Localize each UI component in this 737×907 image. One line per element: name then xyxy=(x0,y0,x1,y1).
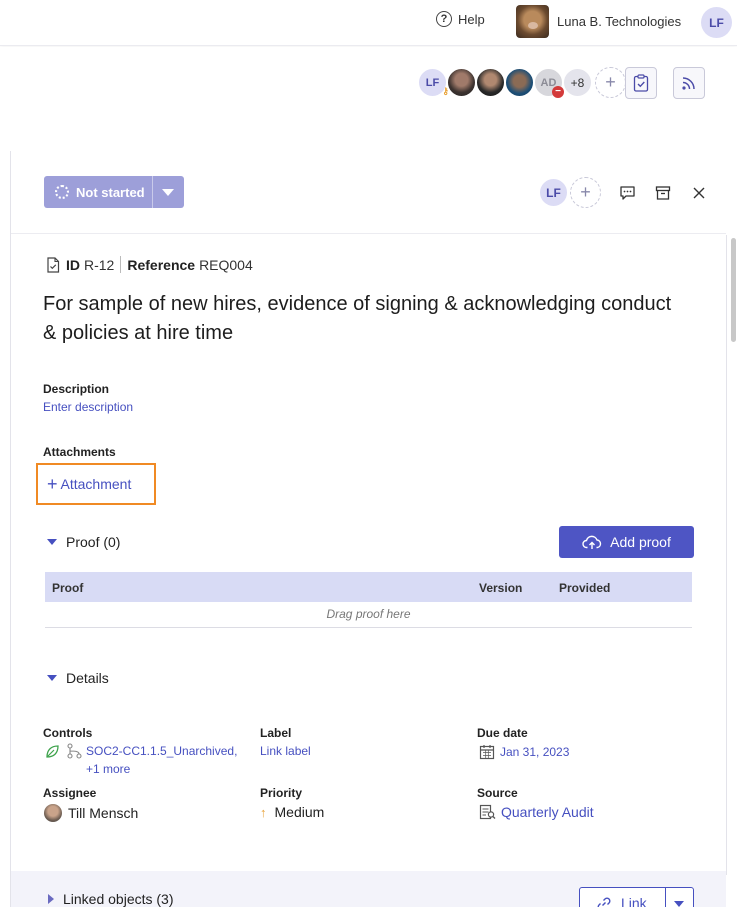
requirement-doc-icon xyxy=(46,256,60,273)
collaborator-avatar[interactable] xyxy=(504,67,535,98)
plus-icon: + xyxy=(47,473,58,494)
collaborator-avatar[interactable] xyxy=(446,67,477,98)
description-input[interactable]: Enter description xyxy=(43,400,133,414)
control-link[interactable]: SOC2-CC1.1.5_Unarchived, xyxy=(86,744,237,758)
org-switcher[interactable]: Luna B. Technologies xyxy=(516,5,681,38)
link-divider xyxy=(665,888,666,907)
attachments-label: Attachments xyxy=(43,445,116,459)
link-button[interactable]: Link xyxy=(579,887,694,907)
id-label: ID xyxy=(66,256,80,273)
rss-icon xyxy=(682,77,695,90)
assignee-field[interactable]: Till Mensch xyxy=(44,804,138,822)
linked-objects-toggle[interactable]: Linked objects (3) xyxy=(44,891,174,907)
proof-section-toggle[interactable]: Proof (0) xyxy=(44,534,120,550)
add-assignee-button[interactable]: + xyxy=(570,177,601,208)
assignee-photo xyxy=(44,804,62,822)
attachment-label: Attachment xyxy=(60,476,132,492)
collaborator-avatar[interactable] xyxy=(475,67,506,98)
leaf-icon xyxy=(46,744,59,758)
top-bar: ? Help Luna B. Technologies LF xyxy=(0,0,737,46)
proof-table-header: Proof Version Provided xyxy=(45,572,692,602)
cloud-upload-icon xyxy=(582,535,602,549)
status-dropdown[interactable]: Not started xyxy=(44,176,184,208)
controls-label: Controls xyxy=(43,726,93,740)
collaborator-avatar[interactable]: AD − xyxy=(533,67,564,98)
more-collaborators[interactable]: +8 xyxy=(562,67,593,98)
add-attachment-button[interactable]: + Attachment xyxy=(36,463,156,505)
control-tree-icon xyxy=(67,743,82,759)
column-header-version[interactable]: Version xyxy=(479,581,522,595)
caret-right-icon xyxy=(48,894,54,904)
question-icon: ? xyxy=(436,11,452,27)
more-controls-link[interactable]: +1 more xyxy=(86,762,130,776)
collaborator-bar: LF ⚷ AD − +8 + xyxy=(0,47,737,151)
scrollbar[interactable] xyxy=(731,238,736,342)
add-proof-label: Add proof xyxy=(610,534,671,550)
status-divider xyxy=(152,176,153,208)
reference-label: Reference xyxy=(127,256,196,273)
due-date-label: Due date xyxy=(477,726,528,740)
assignee-avatar[interactable]: LF xyxy=(538,177,569,208)
panel-border xyxy=(726,235,727,875)
header-divider xyxy=(11,233,726,234)
chevron-down-icon[interactable] xyxy=(162,189,174,196)
link-label-button[interactable]: Link label xyxy=(260,744,311,758)
source-field[interactable]: Quarterly Audit xyxy=(479,804,594,820)
task-button[interactable] xyxy=(625,67,657,99)
chevron-down-icon[interactable] xyxy=(674,901,684,907)
help-label: Help xyxy=(458,11,485,27)
label-label: Label xyxy=(260,726,292,740)
id-line: ID R-12 Reference REQ004 xyxy=(46,256,253,273)
org-name: Luna B. Technologies xyxy=(557,14,682,29)
source-label: Source xyxy=(477,786,518,800)
help-link[interactable]: ? Help xyxy=(436,11,485,27)
details-section-title: Details xyxy=(66,670,109,686)
comment-icon xyxy=(619,186,635,200)
arrow-up-icon: ↑ xyxy=(260,804,267,820)
archive-icon xyxy=(655,186,671,200)
panel-border xyxy=(10,151,11,907)
close-button[interactable] xyxy=(690,184,708,202)
feed-button[interactable] xyxy=(673,67,705,99)
reference-value: REQ004 xyxy=(199,256,253,273)
id-value: R-12 xyxy=(84,256,115,273)
caret-down-icon xyxy=(47,675,57,681)
archive-button[interactable] xyxy=(654,184,672,202)
avatar-initials: LF xyxy=(425,76,440,89)
add-collaborator-button[interactable]: + xyxy=(595,67,626,98)
close-icon xyxy=(693,187,705,199)
priority-value: Medium xyxy=(274,804,325,820)
column-header-proof[interactable]: Proof xyxy=(52,581,83,595)
source-value: Quarterly Audit xyxy=(501,804,594,820)
clipboard-check-icon xyxy=(633,74,649,92)
collaborator-avatar[interactable]: LF ⚷ xyxy=(417,67,449,98)
controls-value xyxy=(45,743,82,759)
priority-label: Priority xyxy=(260,786,303,800)
proof-drop-zone[interactable]: Drag proof here xyxy=(45,602,692,628)
id-divider xyxy=(120,256,122,273)
link-icon xyxy=(597,897,611,907)
collaborator-avatars: LF ⚷ AD − +8 + xyxy=(417,67,626,98)
assignee-label: Assignee xyxy=(43,786,97,800)
user-avatar[interactable]: LF xyxy=(701,7,732,38)
add-proof-button[interactable]: Add proof xyxy=(559,526,694,558)
caret-down-icon xyxy=(47,539,57,545)
due-date-value: Jan 31, 2023 xyxy=(500,745,570,759)
comment-button[interactable] xyxy=(618,184,636,202)
priority-field[interactable]: ↑ Medium xyxy=(260,804,324,820)
details-section-toggle[interactable]: Details xyxy=(44,670,109,686)
audit-icon xyxy=(479,804,496,820)
link-label: Link xyxy=(621,895,647,907)
description-label: Description xyxy=(43,382,110,396)
column-header-provided[interactable]: Provided xyxy=(559,581,610,595)
requirement-title[interactable]: For sample of new hires, evidence of sig… xyxy=(43,290,683,348)
org-avatar xyxy=(516,5,549,38)
linked-objects-title: Linked objects (3) xyxy=(63,891,174,907)
status-label: Not started xyxy=(76,184,145,200)
proof-section-title: Proof (0) xyxy=(66,534,121,550)
due-date-field[interactable]: Jan 31, 2023 xyxy=(479,744,569,760)
assignee-name: Till Mensch xyxy=(68,805,139,821)
not-started-icon xyxy=(55,185,69,199)
calendar-icon xyxy=(479,745,495,760)
